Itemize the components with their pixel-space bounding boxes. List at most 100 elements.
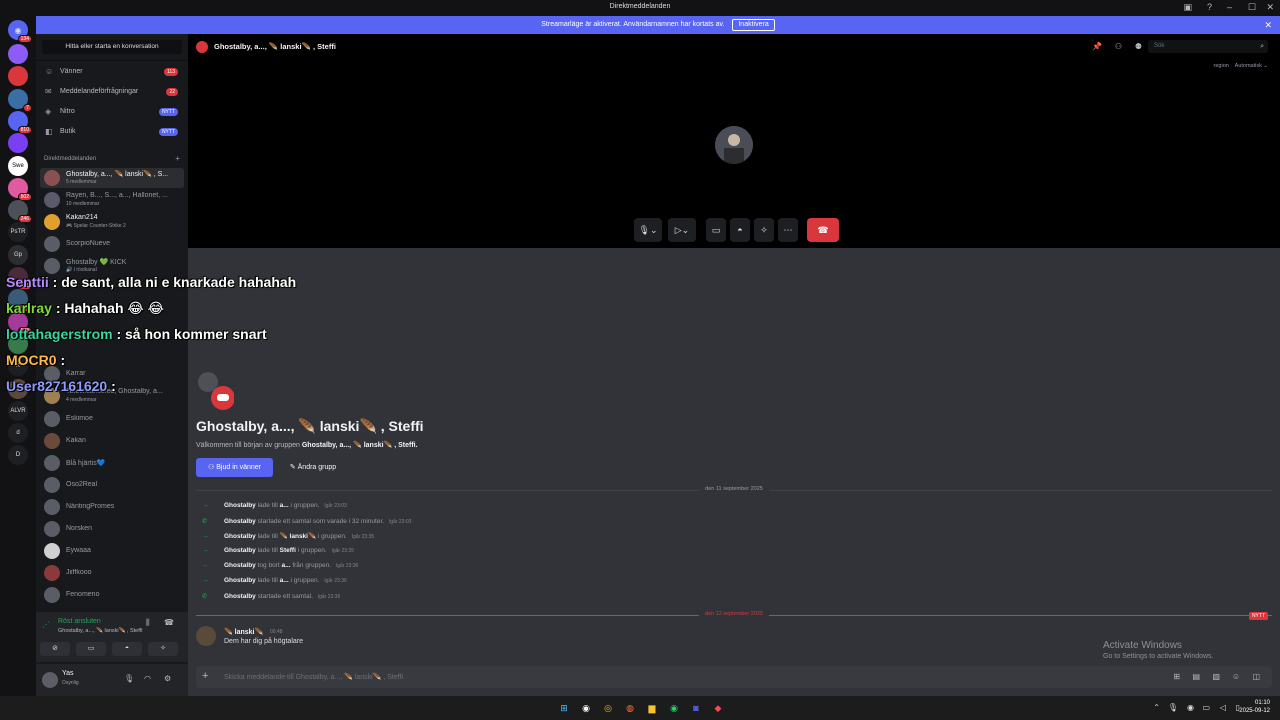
activities-button[interactable]: ◓ — [730, 218, 750, 242]
nav-message-requests[interactable]: ✉ Meddelandeförfrågningar 22 — [42, 84, 182, 100]
edit-group-button[interactable]: ✎ Ändra grupp — [280, 458, 346, 477]
taskbar-clock[interactable]: 01:10 2025-09-12 — [1239, 699, 1270, 715]
dm-item[interactable]: Ghostalby 💚 KICK 🔊 I röstkanal — [40, 256, 184, 276]
more-options-button[interactable]: ⋯ — [778, 218, 798, 242]
tray-app-icon[interactable]: ◉ — [1187, 703, 1194, 712]
system-target[interactable]: a... — [280, 577, 289, 584]
spotify-icon[interactable]: ◉ — [666, 700, 682, 716]
group-title[interactable]: Ghostalby, a..., 🪶 lanski🪶 , Steffi — [214, 42, 336, 51]
system-target[interactable]: a... — [281, 562, 290, 569]
camera-button[interactable]: ▷⌄ — [668, 218, 696, 242]
dm-item[interactable]: Kakan — [40, 431, 184, 451]
dm-item[interactable]: Eywaaa — [40, 541, 184, 561]
disconnect-icon[interactable]: ☎ — [164, 618, 174, 627]
attach-plus-icon[interactable]: + — [202, 670, 208, 682]
network-icon[interactable]: ▭ — [1202, 703, 1210, 712]
camera-off-button[interactable]: ⊘ — [40, 642, 70, 656]
headphones-icon[interactable]: ◠ — [144, 674, 151, 683]
nav-friends[interactable]: ☺ Vänner 113 — [42, 64, 182, 80]
tray-chevron-icon[interactable]: ⌃ — [1153, 703, 1160, 712]
system-target[interactable]: 🪶 lanski🪶 — [280, 533, 316, 540]
search-input[interactable]: Sök ⌕ — [1148, 40, 1268, 53]
dm-item[interactable]: Oso2Real — [40, 475, 184, 495]
server-icon[interactable] — [8, 133, 28, 154]
message-composer[interactable]: + Skicka meddelande till Ghostalby, a...… — [196, 666, 1272, 688]
nav-nitro[interactable]: ◈ Nitro NYTT — [42, 104, 182, 120]
message-avatar[interactable] — [196, 626, 216, 646]
signal-icon[interactable]: ⋰ — [42, 620, 50, 629]
windows-start-icon[interactable]: ⊞ — [556, 700, 572, 716]
server-icon[interactable]: ALVR — [8, 400, 28, 421]
server-icon[interactable]: D — [8, 445, 28, 466]
system-target[interactable]: a... — [280, 502, 289, 509]
dm-item[interactable]: Ghostalby, a..., 🪶 lanski🪶 , S... 5 medle… — [40, 168, 184, 188]
system-actor[interactable]: Ghostalby — [224, 518, 256, 525]
nav-shop[interactable]: ◧ Butik NYTT — [42, 124, 182, 140]
apps-icon[interactable]: ◫ — [1252, 672, 1260, 681]
firefox-icon[interactable]: ◍ — [622, 700, 638, 716]
home-button[interactable]: ◉ 134 — [8, 20, 32, 43]
mute-button[interactable]: 🎙⌄ — [634, 218, 662, 242]
gif-icon[interactable]: ▤ — [1192, 672, 1200, 681]
dm-item[interactable]: Rayen, B..., S..., a..., Hallonet, ... 10… — [40, 190, 184, 210]
dm-item[interactable]: Blå hjärtis💙 — [40, 453, 184, 473]
invite-friends-button[interactable]: ⚇ Bjud in vänner — [196, 458, 273, 477]
dm-item[interactable]: Norsken — [40, 519, 184, 539]
system-target[interactable]: Steffi — [280, 547, 296, 554]
activity-button[interactable]: ◓ — [112, 642, 142, 656]
gift-icon[interactable]: ⊞ — [1173, 672, 1180, 681]
volume-icon[interactable]: ◁ — [1220, 703, 1226, 712]
server-icon[interactable]: Swe — [8, 155, 28, 176]
emoji-icon[interactable]: ☺ — [1232, 672, 1240, 681]
system-actor[interactable]: Ghostalby — [224, 577, 256, 584]
screen-share-button[interactable]: ▭ — [76, 642, 106, 656]
close-window-button[interactable]: ✕ — [1266, 2, 1274, 13]
settings-gear-icon[interactable]: ⚙ — [164, 674, 171, 683]
user-avatar[interactable] — [42, 672, 58, 688]
create-dm-button[interactable]: + — [175, 154, 180, 163]
disable-streamer-mode-button[interactable]: Inaktivera — [732, 19, 775, 31]
banner-close-button[interactable]: ✕ — [1264, 16, 1272, 34]
region-selector[interactable]: region Automatisk ⌄ — [1214, 63, 1268, 69]
maximize-button[interactable]: ☐ — [1248, 2, 1256, 13]
members-icon[interactable]: ⚉ — [1135, 42, 1142, 51]
server-icon[interactable]: 502 — [8, 177, 32, 201]
minimize-button[interactable]: – — [1227, 2, 1232, 12]
sticker-icon[interactable]: ▧ — [1212, 672, 1220, 681]
share-screen-button[interactable]: ▭ — [706, 218, 726, 242]
server-icon[interactable]: 246 — [8, 200, 32, 224]
steam-icon[interactable]: ◉ — [578, 700, 594, 716]
system-actor[interactable]: Ghostalby — [224, 547, 256, 554]
chrome-icon[interactable]: ◎ — [600, 700, 616, 716]
add-friends-icon[interactable]: ⚇ — [1115, 42, 1122, 51]
riot-icon[interactable]: ◆ — [710, 700, 726, 716]
dm-item[interactable]: Eskimoe — [40, 409, 184, 429]
find-conversation-button[interactable]: Hitta eller starta en konversation — [42, 40, 182, 54]
file-explorer-icon[interactable]: ▆ — [644, 700, 660, 716]
voice-channel-name[interactable]: Ghostalby, a..., 🪶 lanski🪶 , Steffi — [58, 628, 142, 634]
dm-item[interactable]: NåntingPromes — [40, 497, 184, 517]
soundboard-button[interactable]: ✧ — [148, 642, 178, 656]
server-icon[interactable]: Gp — [8, 244, 28, 265]
noise-suppression-icon[interactable]: ⫼ — [146, 618, 150, 628]
discord-taskbar-icon[interactable]: ◙ — [688, 700, 704, 716]
inbox-icon[interactable]: ▣ — [1183, 2, 1192, 13]
message-author[interactable]: 🪶 lanski🪶 — [224, 628, 263, 636]
tray-mic-icon[interactable]: 🎙 — [1168, 703, 1178, 712]
soundboard-call-button[interactable]: ✧ — [754, 218, 774, 242]
system-actor[interactable]: Ghostalby — [224, 533, 256, 540]
pin-icon[interactable]: 📌 — [1092, 42, 1102, 51]
help-icon[interactable]: ? — [1207, 2, 1212, 12]
dm-item[interactable]: Kakan214 🎮 Spelar Counter-Strike 2 — [40, 212, 184, 232]
system-actor[interactable]: Ghostalby — [224, 502, 256, 509]
hang-up-button[interactable]: ☎ — [807, 218, 839, 242]
server-icon[interactable]: d — [8, 423, 28, 444]
server-icon[interactable] — [8, 66, 28, 87]
dm-item[interactable]: Jiiffkooo — [40, 563, 184, 583]
server-icon[interactable]: 7 — [8, 88, 32, 112]
system-actor[interactable]: Ghostalby — [224, 593, 256, 600]
dm-item[interactable]: Fenomeno — [40, 585, 184, 605]
server-icon[interactable]: PsTR — [8, 222, 28, 243]
server-icon[interactable]: 810 — [8, 110, 32, 134]
microphone-icon[interactable]: 🎙 — [124, 674, 134, 683]
